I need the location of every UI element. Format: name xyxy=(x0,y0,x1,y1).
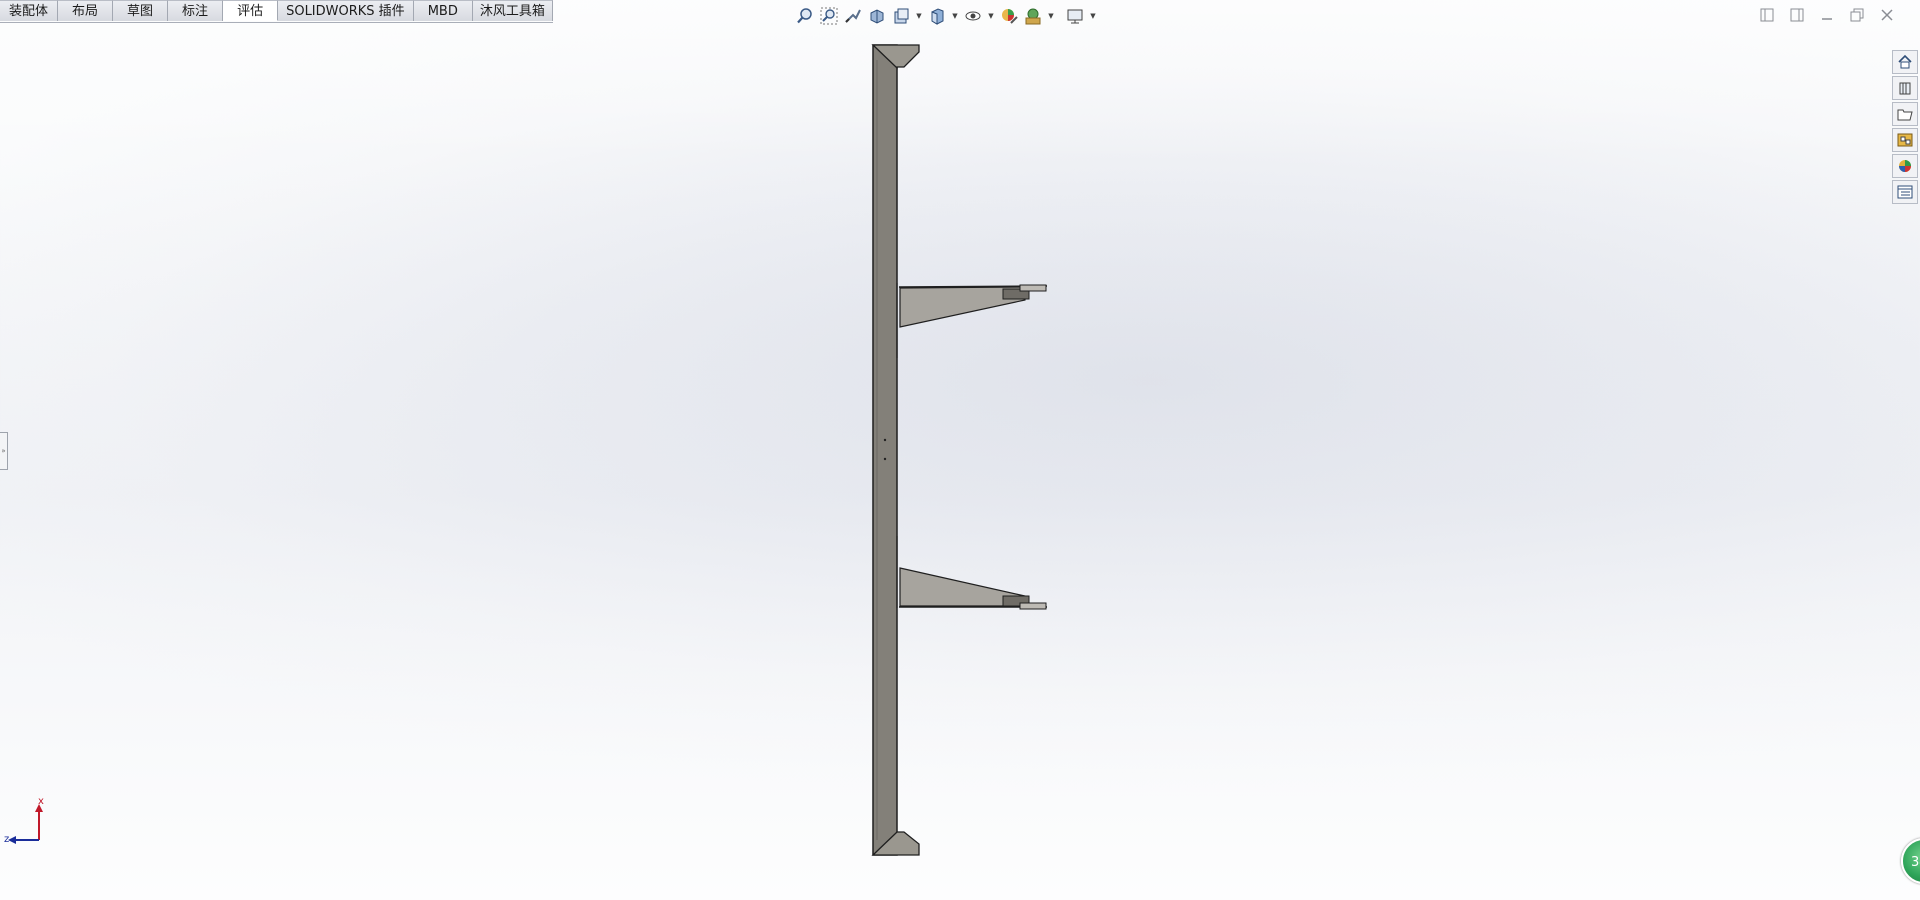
close-icon[interactable] xyxy=(1876,6,1898,24)
restore-icon[interactable] xyxy=(1846,6,1868,24)
dynamic-annotation-icon[interactable] xyxy=(890,5,912,27)
tab-mbd[interactable]: MBD xyxy=(413,0,473,21)
chevron-down-icon[interactable]: ▼ xyxy=(950,5,960,27)
tile-right-icon[interactable] xyxy=(1786,6,1808,24)
tab-assembly[interactable]: 装配体 xyxy=(0,0,59,21)
chevron-down-icon[interactable]: ▼ xyxy=(1088,5,1098,27)
tab-layout[interactable]: 布局 xyxy=(58,0,114,21)
edit-appearance-icon[interactable] xyxy=(998,5,1020,27)
tab-markup[interactable]: 标注 xyxy=(168,0,224,21)
view-orientation-icon[interactable] xyxy=(926,5,948,27)
design-library-icon[interactable] xyxy=(1892,76,1918,100)
tab-sketch[interactable]: 草图 xyxy=(113,0,169,21)
minimize-icon[interactable] xyxy=(1816,6,1838,24)
tab-evaluate[interactable]: 评估 xyxy=(223,0,279,21)
model-viewport[interactable] xyxy=(0,0,1920,900)
section-view-icon[interactable] xyxy=(866,5,888,27)
chevron-down-icon[interactable]: ▼ xyxy=(986,5,996,27)
view-palette-icon[interactable] xyxy=(1892,128,1918,152)
previous-view-icon[interactable] xyxy=(842,5,864,27)
solidworks-resources-icon[interactable] xyxy=(1892,50,1918,74)
reference-triad: x z xyxy=(4,796,48,848)
lower-shelf-bracket[interactable] xyxy=(896,536,1047,610)
view-settings-icon[interactable] xyxy=(1064,5,1086,27)
chevron-down-icon[interactable]: ▼ xyxy=(1046,5,1056,27)
chevron-down-icon[interactable]: ▼ xyxy=(914,5,924,27)
custom-properties-icon[interactable] xyxy=(1892,180,1918,204)
file-explorer-icon[interactable] xyxy=(1892,102,1918,126)
upright-post[interactable] xyxy=(871,44,920,856)
feature-manager-expand-handle[interactable]: » xyxy=(0,432,8,470)
tab-mufeng-toolbox[interactable]: 沐风工具箱 xyxy=(472,0,553,21)
document-window-controls xyxy=(1756,6,1898,24)
zoom-to-fit-icon[interactable] xyxy=(794,5,816,27)
heads-up-view-toolbar: ▼ ▼ ▼ ▼ ▼ xyxy=(794,4,1098,28)
appearances-scenes-icon[interactable] xyxy=(1892,154,1918,178)
tab-solidworks-addins[interactable]: SOLIDWORKS 插件 xyxy=(278,0,414,21)
command-manager-tabs: 装配体 布局 草图 标注 评估 SOLIDWORKS 插件 MBD 沐风工具箱 xyxy=(0,0,553,23)
task-pane-tabs xyxy=(1892,50,1920,204)
zoom-to-area-icon[interactable] xyxy=(818,5,840,27)
hide-show-items-icon[interactable] xyxy=(962,5,984,27)
upper-shelf-bracket[interactable] xyxy=(896,283,1048,358)
chevron-right-icon: » xyxy=(1,447,6,455)
tile-left-icon[interactable] xyxy=(1756,6,1778,24)
apply-scene-icon[interactable] xyxy=(1022,5,1044,27)
triad-axes-icon xyxy=(8,804,43,844)
